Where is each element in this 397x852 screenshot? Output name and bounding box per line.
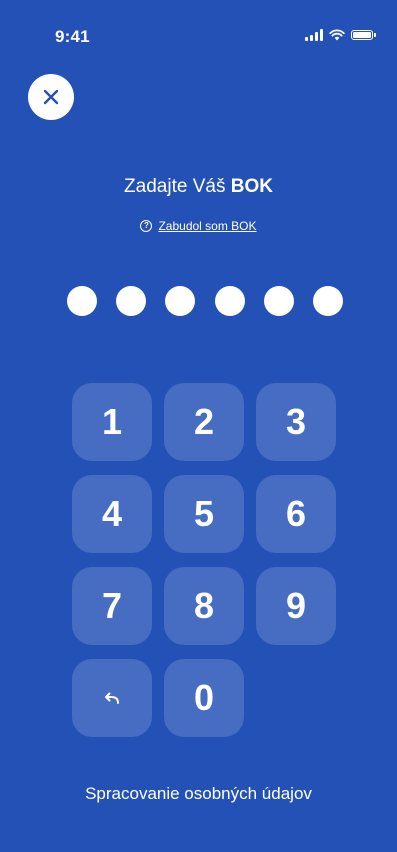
- status-icons: [305, 29, 376, 41]
- key-0[interactable]: 0: [164, 659, 244, 737]
- pin-dot: [67, 286, 97, 316]
- key-5[interactable]: 5: [164, 475, 244, 553]
- status-time: 9:41: [55, 27, 90, 46]
- key-9[interactable]: 9: [256, 567, 336, 645]
- key-2[interactable]: 2: [164, 383, 244, 461]
- forgot-bok-link[interactable]: ? Zabudol som BOK: [0, 219, 397, 233]
- status-bar: 9:41: [0, 0, 397, 70]
- pin-dot: [263, 286, 294, 316]
- key-3[interactable]: 3: [256, 383, 336, 461]
- key-4[interactable]: 4: [72, 475, 152, 553]
- page-title: Zadajte Váš BOK: [0, 176, 397, 198]
- title-bold: BOK: [230, 176, 273, 197]
- pin-dots: [67, 286, 343, 316]
- pin-dot: [214, 286, 245, 316]
- backspace-button[interactable]: [72, 659, 152, 737]
- key-6[interactable]: 6: [256, 475, 336, 553]
- pin-dot: [165, 286, 196, 316]
- backspace-arrow-icon: [105, 692, 119, 704]
- forgot-bok-label: Zabudol som BOK: [158, 219, 257, 233]
- pin-dot: [312, 286, 343, 316]
- close-button[interactable]: [28, 74, 74, 120]
- title-prefix: Zadajte Váš: [124, 176, 231, 197]
- battery-icon: [351, 30, 376, 40]
- key-7[interactable]: 7: [72, 567, 152, 645]
- wifi-icon: [329, 29, 345, 41]
- privacy-link[interactable]: Spracovanie osobných údajov: [0, 784, 397, 804]
- keypad: 1 2 3 4 5 6 7 8 9 0: [72, 383, 336, 737]
- cellular-signal-icon: [305, 29, 323, 41]
- keypad-empty-slot: [256, 659, 336, 737]
- close-icon: [43, 89, 59, 105]
- key-1[interactable]: 1: [72, 383, 152, 461]
- pin-dot: [116, 286, 147, 316]
- key-8[interactable]: 8: [164, 567, 244, 645]
- help-circle-icon: ?: [140, 220, 153, 232]
